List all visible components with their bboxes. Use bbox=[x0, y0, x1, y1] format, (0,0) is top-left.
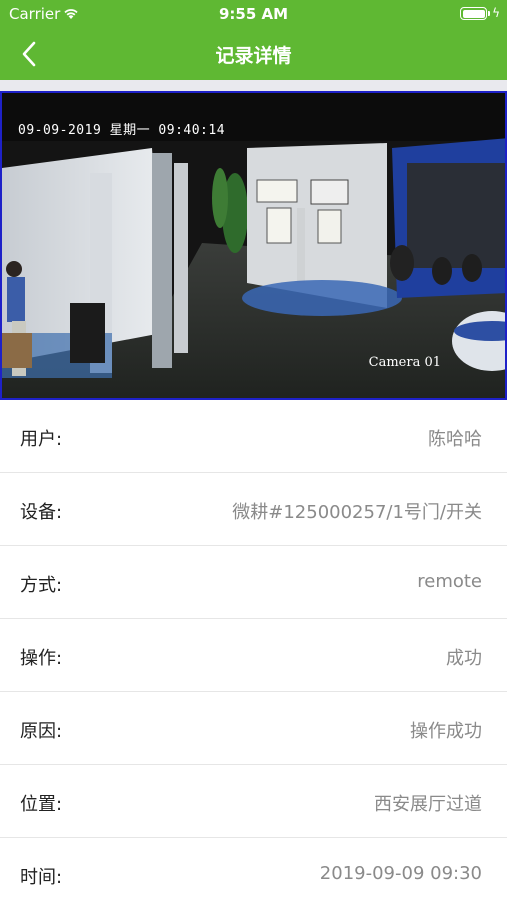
location-label: 位置: bbox=[20, 794, 63, 815]
video-timestamp: 09-09-2019 星期一 09:40:14 bbox=[18, 123, 226, 138]
charging-bolt-icon: ϟ bbox=[492, 6, 500, 20]
user-label: 用户: bbox=[20, 429, 63, 450]
camera-snapshot: 09-09-2019 星期一 09:40:14 Camera 01 bbox=[0, 91, 507, 400]
status-time: 9:55 AM bbox=[218, 5, 289, 23]
detail-row-reason: 原因: 操作成功 bbox=[0, 692, 507, 765]
time-label: 时间: bbox=[20, 867, 63, 888]
detail-row-user: 用户: 陈哈哈 bbox=[0, 400, 507, 473]
operation-label: 操作: bbox=[20, 648, 63, 669]
camera-label: Camera 01 bbox=[368, 355, 441, 370]
battery-full-icon bbox=[460, 7, 490, 20]
location-value: 西安展厅过道 bbox=[374, 794, 482, 815]
detail-row-time: 时间: 2019-09-09 09:30 bbox=[0, 838, 507, 911]
reason-label: 原因: bbox=[20, 721, 63, 742]
detail-row-method: 方式: remote bbox=[0, 546, 507, 619]
method-value: remote bbox=[417, 571, 482, 592]
detail-row-operation: 操作: 成功 bbox=[0, 619, 507, 692]
user-value: 陈哈哈 bbox=[428, 429, 482, 450]
detail-row-device: 设备: 微耕#125000257/1号门/开关 bbox=[0, 473, 507, 546]
header-divider bbox=[0, 80, 507, 91]
reason-value: 操作成功 bbox=[410, 721, 482, 742]
method-label: 方式: bbox=[20, 575, 63, 596]
time-value: 2019-09-09 09:30 bbox=[319, 863, 482, 884]
detail-row-location: 位置: 西安展厅过道 bbox=[0, 765, 507, 838]
device-label: 设备: bbox=[20, 502, 63, 523]
status-bar: Carrier 9:55 AM ϟ bbox=[0, 0, 507, 28]
record-details-list: 用户: 陈哈哈 设备: 微耕#125000257/1号门/开关 方式: remo… bbox=[0, 400, 507, 911]
page-title: 记录详情 bbox=[215, 45, 292, 67]
camera-scene bbox=[2, 93, 505, 398]
operation-value: 成功 bbox=[446, 648, 482, 669]
nav-bar: 记录详情 bbox=[0, 28, 507, 80]
device-value: 微耕#125000257/1号门/开关 bbox=[232, 502, 482, 523]
